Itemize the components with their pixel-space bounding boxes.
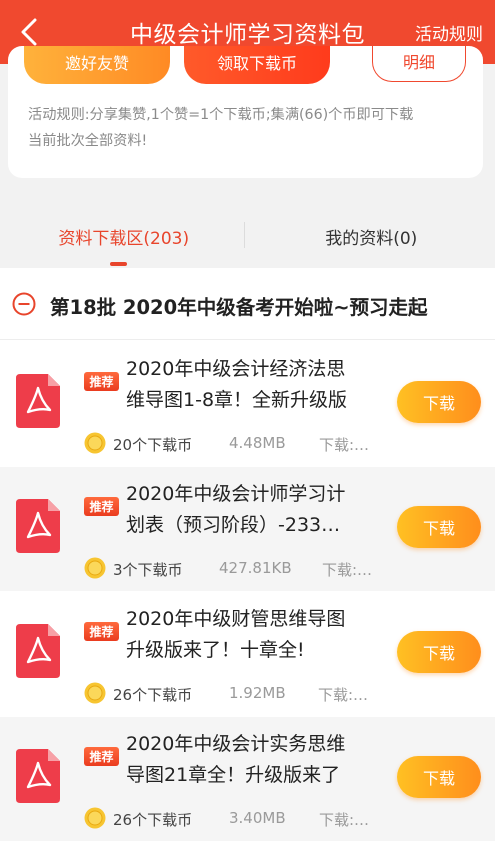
back-button[interactable] <box>14 16 44 48</box>
tab-divider <box>244 222 245 248</box>
coin-icon <box>84 557 106 579</box>
download-count: 下载:… <box>322 561 373 579</box>
recommended-badge: 推荐 <box>84 497 119 516</box>
item-title: 2020年中级会计实务思维 导图21章全！升级版来了 <box>126 733 346 786</box>
item-title: 2020年中级会计经济法思 维导图1-8章！全新升级版 <box>126 358 348 411</box>
download-button[interactable]: 下载 <box>397 756 481 798</box>
coin-icon <box>84 807 106 829</box>
download-count: 下载:… <box>319 436 370 454</box>
batch-title: 第18批 2020年中级备考开始啦~预习走起 <box>50 296 428 319</box>
pdf-file-icon <box>16 374 60 428</box>
coin-cost: 20个下载币 <box>113 436 193 454</box>
batch-section-header[interactable]: 第18批 2020年中级备考开始啦~预习走起 <box>0 268 495 340</box>
download-count: 下载:… <box>318 686 369 704</box>
file-size: 4.48MB <box>229 434 286 452</box>
activity-rules-text: 活动规则:分享集赞,1个赞=1个下载币;集满(66)个币即可下载 当前批次全部资… <box>28 102 478 154</box>
download-count: 下载:… <box>319 811 370 829</box>
file-size: 1.92MB <box>229 684 286 702</box>
download-button[interactable]: 下载 <box>397 381 481 423</box>
pdf-file-icon <box>16 624 60 678</box>
pdf-file-icon <box>16 499 60 553</box>
coin-cost: 3个下载币 <box>113 561 183 579</box>
file-size: 3.40MB <box>229 809 286 827</box>
item-title: 2020年中级会计师学习计 划表（预习阶段）-233… <box>126 483 346 536</box>
activity-card: 邀好友赞 领取下载币 明细 活动规则:分享集赞,1个赞=1个下载币;集满(66)… <box>8 46 483 178</box>
rules-line-1: 活动规则:分享集赞,1个赞=1个下载币;集满(66)个币即可下载 <box>28 107 414 123</box>
file-size: 427.81KB <box>219 559 292 577</box>
rules-line-2: 当前批次全部资料! <box>28 133 148 149</box>
recommended-badge: 推荐 <box>84 747 119 766</box>
coin-icon <box>84 432 106 454</box>
tab-bar: 资料下载区(203) 我的资料(0) <box>0 205 495 265</box>
detail-button[interactable]: 明细 <box>372 46 466 82</box>
coin-icon <box>84 682 106 704</box>
collapse-icon[interactable] <box>12 292 36 316</box>
active-tab-indicator <box>110 262 127 266</box>
list-item[interactable]: 推荐 2020年中级会计师学习计 划表（预习阶段）-233… 3个下载币 427… <box>0 467 495 591</box>
recommended-badge: 推荐 <box>84 372 119 391</box>
tab-download-area[interactable]: 资料下载区(203) <box>0 205 248 265</box>
chevron-left-icon <box>21 18 37 46</box>
download-button[interactable]: 下载 <box>397 506 481 548</box>
list-item[interactable]: 推荐 2020年中级会计经济法思 维导图1-8章！全新升级版 20个下载币 4.… <box>0 342 495 466</box>
invite-friends-button[interactable]: 邀好友赞 <box>24 46 170 84</box>
material-list-panel: 第18批 2020年中级备考开始啦~预习走起 推荐 2020年中级会计经济法思 … <box>0 268 495 866</box>
coin-cost: 26个下载币 <box>113 686 193 704</box>
get-coins-button[interactable]: 领取下载币 <box>184 46 330 84</box>
coin-cost: 26个下载币 <box>113 811 193 829</box>
page-title: 中级会计师学习资料包 <box>130 22 365 48</box>
item-title: 2020年中级财管思维导图 升级版来了！十章全! <box>126 608 346 661</box>
list-item[interactable]: 推荐 2020年中级财管思维导图 升级版来了！十章全! 26个下载币 1.92M… <box>0 592 495 716</box>
recommended-badge: 推荐 <box>84 622 119 641</box>
list-item[interactable]: 推荐 2020年中级会计实务思维 导图21章全！升级版来了 26个下载币 3.4… <box>0 717 495 841</box>
download-button[interactable]: 下载 <box>397 631 481 673</box>
tab-my-materials[interactable]: 我的资料(0) <box>248 205 495 265</box>
pdf-file-icon <box>16 749 60 803</box>
activity-rules-link[interactable]: 活动规则 <box>415 20 483 45</box>
